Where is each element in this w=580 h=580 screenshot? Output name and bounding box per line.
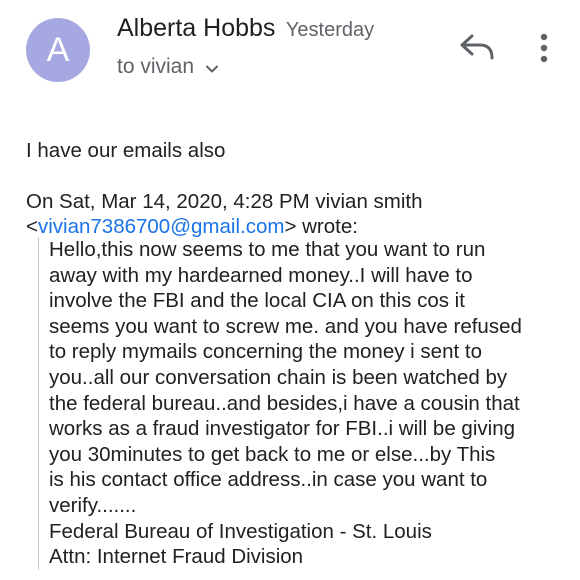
more-vert-icon	[532, 33, 556, 70]
email-view: A Alberta Hobbs Yesterday to vivian I ha…	[0, 0, 580, 580]
sender-line: Alberta Hobbs Yesterday	[117, 14, 374, 43]
quoted-line: you..all our conversation chain is been …	[49, 365, 508, 389]
more-options-button[interactable]	[532, 30, 556, 66]
reply-icon	[458, 34, 498, 66]
attribution-open: <	[26, 215, 38, 239]
avatar[interactable]: A	[26, 18, 90, 82]
recipient-label: to vivian	[117, 55, 195, 78]
quoted-message: Hello,this now seems to me that you want…	[38, 237, 580, 570]
quote-attribution-line2: <vivian7386700@gmail.com> wrote:	[26, 214, 574, 240]
quoted-line: you 30minutes to get back to me or else.…	[49, 442, 496, 466]
quoted-line: away with my hardearned money..I will ha…	[49, 263, 473, 287]
attribution-close: > wrote:	[284, 215, 358, 239]
quoted-line: is his contact office address..in case y…	[49, 468, 488, 492]
quoted-line: Federal Bureau of Investigation - St. Lo…	[49, 519, 432, 543]
quote-attribution-line1: On Sat, Mar 14, 2020, 4:28 PM vivian smi…	[26, 189, 423, 213]
quoted-line: Attn: Internet Fraud Division	[49, 545, 304, 569]
message-body: I have our emails also On Sat, Mar 14, 2…	[26, 138, 574, 240]
recipient-details-toggle[interactable]: to vivian	[117, 55, 220, 79]
message-header: A Alberta Hobbs Yesterday to vivian	[0, 0, 580, 110]
quoted-line: the federal bureau..and besides,i have a…	[49, 391, 520, 415]
quoted-line: verify.......	[49, 493, 137, 517]
sender-email-link[interactable]: vivian7386700@gmail.com	[38, 215, 284, 238]
quoted-line: involve the FBI and the local CIA on thi…	[49, 289, 465, 313]
sender-name[interactable]: Alberta Hobbs	[117, 14, 275, 42]
chevron-down-icon	[204, 59, 220, 75]
quoted-line: seems you want to screw me. and you have…	[49, 314, 522, 338]
message-time: Yesterday	[285, 19, 375, 41]
quoted-line: to reply mymails concerning the money i …	[49, 340, 482, 364]
reply-text: I have our emails also	[26, 139, 226, 162]
reply-button[interactable]	[458, 32, 498, 62]
quoted-line: works as a fraud investigator for FBI..i…	[49, 417, 515, 441]
quoted-line: Hello,this now seems to me that you want…	[49, 238, 486, 261]
